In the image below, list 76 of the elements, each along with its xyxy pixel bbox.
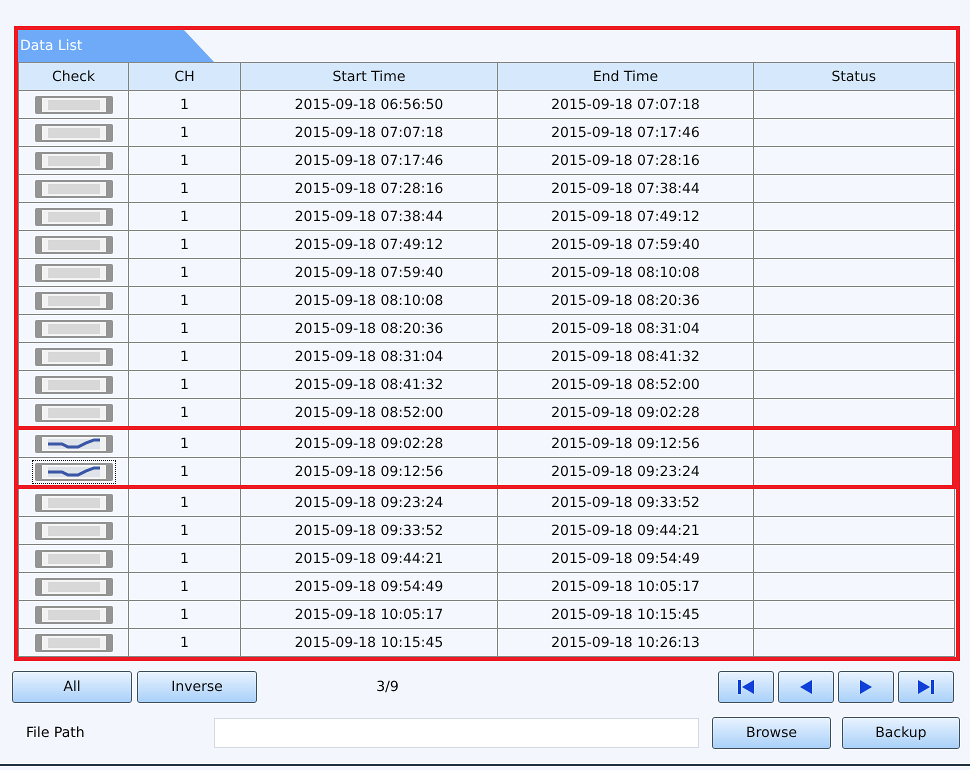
table-cell: 2015-09-18 08:31:04 bbox=[240, 342, 498, 370]
table-cell: 1 bbox=[128, 544, 240, 572]
table-cell: 2015-09-18 07:28:16 bbox=[498, 146, 754, 174]
table-cell: 2015-09-18 08:20:36 bbox=[240, 314, 498, 342]
column-header: Start Time bbox=[240, 62, 498, 90]
first-page-button[interactable] bbox=[718, 671, 774, 703]
table-cell: 1 bbox=[128, 458, 240, 487]
table-cell: 2015-09-18 09:54:49 bbox=[240, 572, 498, 600]
column-header: Check bbox=[18, 62, 128, 90]
table-cell: 2015-09-18 09:23:24 bbox=[498, 458, 754, 487]
table-cell: 1 bbox=[128, 342, 240, 370]
table-cell: 1 bbox=[128, 428, 240, 458]
table-cell: 2015-09-18 08:52:00 bbox=[498, 370, 754, 398]
table-cell: 2015-09-18 09:54:49 bbox=[498, 544, 754, 572]
table-cell: 2015-09-18 09:33:52 bbox=[498, 487, 754, 516]
table-cell: 2015-09-18 09:12:56 bbox=[498, 428, 754, 458]
page-indicator: 3/9 bbox=[375, 679, 400, 695]
table-cell: 1 bbox=[128, 230, 240, 258]
table-cell: 1 bbox=[128, 628, 240, 656]
table-cell: 2015-09-18 08:31:04 bbox=[498, 314, 754, 342]
table-cell: 1 bbox=[128, 286, 240, 314]
table-cell: 2015-09-18 07:49:12 bbox=[498, 202, 754, 230]
table-cell: 2015-09-18 07:59:40 bbox=[240, 258, 498, 286]
table-cell: 2015-09-18 09:12:56 bbox=[240, 458, 498, 487]
table-cell: 2015-09-18 06:56:50 bbox=[240, 90, 498, 118]
table-cell: 1 bbox=[128, 90, 240, 118]
table-cell: 1 bbox=[128, 146, 240, 174]
table-cell: 2015-09-18 07:28:16 bbox=[240, 174, 498, 202]
table-cell: 2015-09-18 07:07:18 bbox=[240, 118, 498, 146]
prev-page-button[interactable] bbox=[778, 671, 834, 703]
table-cell: 2015-09-18 10:05:17 bbox=[498, 572, 754, 600]
table-cell: 2015-09-18 09:44:21 bbox=[240, 544, 498, 572]
table-cell: 2015-09-18 07:49:12 bbox=[240, 230, 498, 258]
column-header: End Time bbox=[498, 62, 754, 90]
inverse-button[interactable]: Inverse bbox=[137, 671, 257, 703]
table-cell: 1 bbox=[128, 174, 240, 202]
table-cell: 2015-09-18 10:05:17 bbox=[240, 600, 498, 628]
table-cell: 2015-09-18 07:59:40 bbox=[498, 230, 754, 258]
table-cell: 2015-09-18 10:26:13 bbox=[498, 628, 754, 656]
table-cell: 1 bbox=[128, 202, 240, 230]
table-cell: 2015-09-18 09:02:28 bbox=[240, 428, 498, 458]
table-cell: 1 bbox=[128, 314, 240, 342]
table-cell: 2015-09-18 10:15:45 bbox=[240, 628, 498, 656]
backup-button[interactable]: Backup bbox=[842, 717, 960, 749]
table-cell: 2015-09-18 08:41:32 bbox=[498, 342, 754, 370]
table-cell: 2015-09-18 09:33:52 bbox=[240, 516, 498, 544]
table-cell: 1 bbox=[128, 600, 240, 628]
last-page-button[interactable] bbox=[898, 671, 954, 703]
column-header: CH bbox=[128, 62, 240, 90]
table-cell: 2015-09-18 07:38:44 bbox=[498, 174, 754, 202]
table-cell: 1 bbox=[128, 487, 240, 516]
first-arrow-icon bbox=[736, 677, 756, 697]
table-cell: 2015-09-18 08:41:32 bbox=[240, 370, 498, 398]
table-cell: 2015-09-18 07:17:46 bbox=[240, 146, 498, 174]
table-cell: 2015-09-18 07:17:46 bbox=[498, 118, 754, 146]
all-button[interactable]: All bbox=[12, 671, 132, 703]
table-cell: 1 bbox=[128, 118, 240, 146]
table-cell: 2015-09-18 08:10:08 bbox=[240, 286, 498, 314]
table-cell: 2015-09-18 10:15:45 bbox=[498, 600, 754, 628]
table-cell: 1 bbox=[128, 258, 240, 286]
table-cell: 2015-09-18 07:07:18 bbox=[498, 90, 754, 118]
table-cell: 1 bbox=[128, 516, 240, 544]
last-arrow-icon bbox=[916, 677, 936, 697]
checkbox-thumbnail[interactable] bbox=[32, 460, 116, 484]
table-cell: 1 bbox=[128, 370, 240, 398]
browse-button[interactable]: Browse bbox=[712, 717, 831, 749]
table-cell: 2015-09-18 08:20:36 bbox=[498, 286, 754, 314]
table-cell: 1 bbox=[128, 572, 240, 600]
table-cell: 2015-09-18 09:23:24 bbox=[240, 487, 498, 516]
file-path-label: File Path bbox=[25, 725, 86, 741]
next-page-button[interactable] bbox=[838, 671, 894, 703]
file-path-field[interactable] bbox=[214, 718, 700, 748]
table-cell: 2015-09-18 08:10:08 bbox=[498, 258, 754, 286]
table-cell: 2015-09-18 09:44:21 bbox=[498, 516, 754, 544]
column-header: Status bbox=[754, 62, 954, 90]
table-cell: 2015-09-18 07:38:44 bbox=[240, 202, 498, 230]
